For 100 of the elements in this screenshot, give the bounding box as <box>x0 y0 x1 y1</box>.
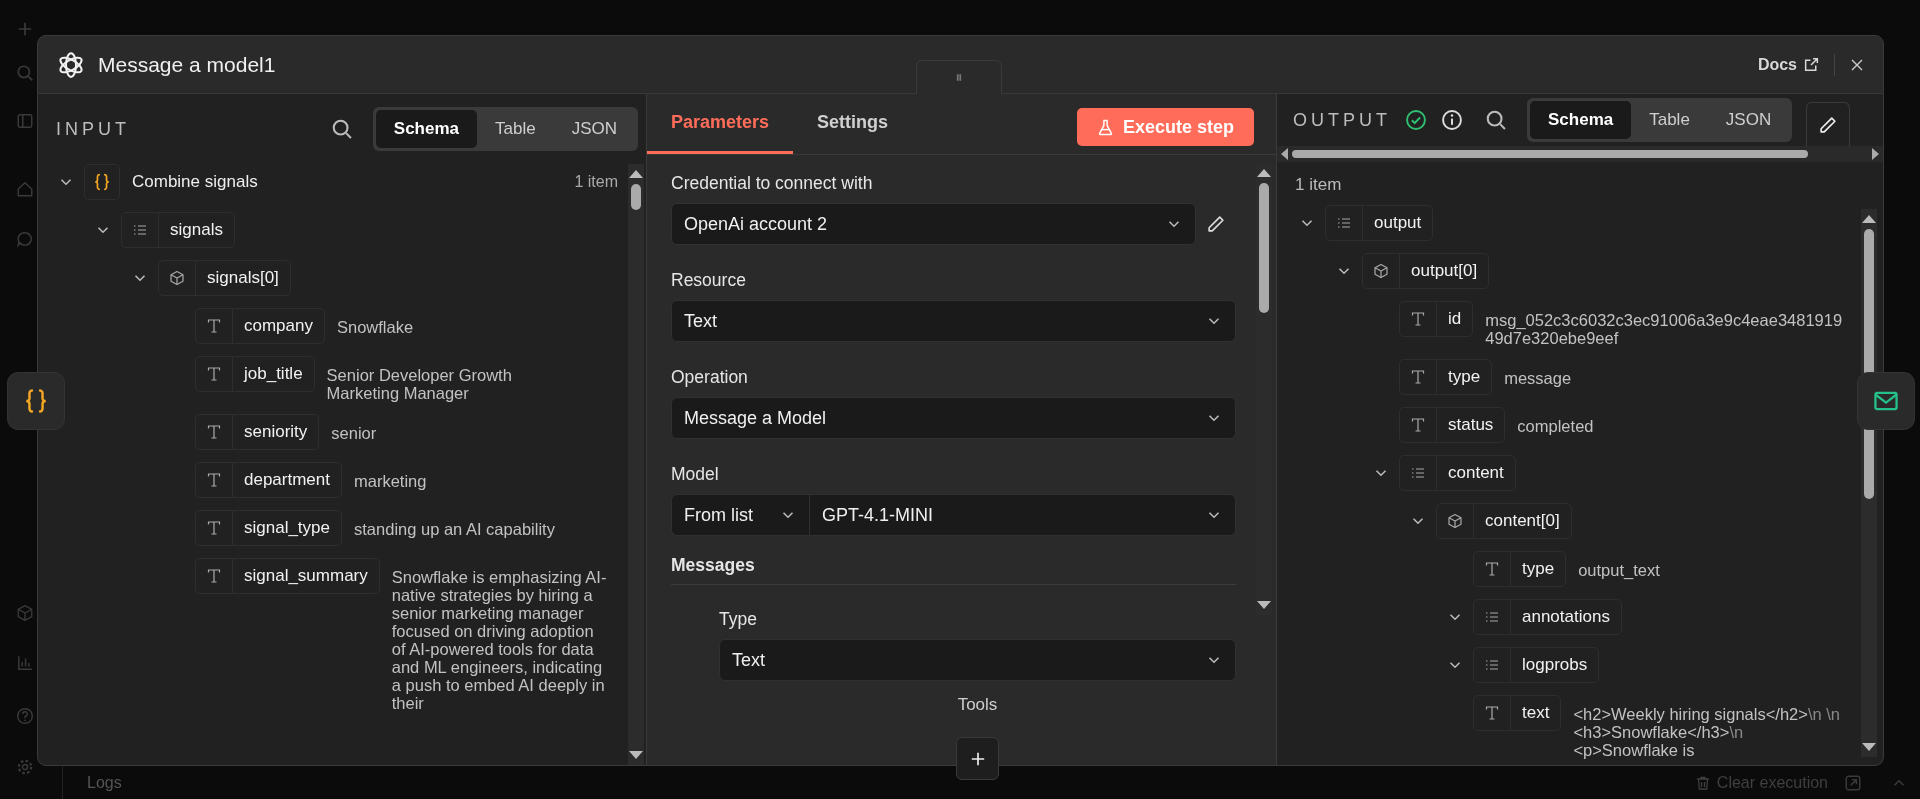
field-name: content[0] <box>1484 510 1561 532</box>
tab[interactable]: Settings <box>793 94 913 154</box>
field-name: content <box>1447 462 1505 484</box>
text-type-icon <box>1410 417 1426 433</box>
field-name: logprobs <box>1521 654 1589 676</box>
horizontal-scrollbar[interactable] <box>1277 146 1883 162</box>
field-value: marketing <box>353 471 427 490</box>
field-value: <h2>Weekly hiring signals</h2>\n \n <h3>Snowflake</h3>\n <p>Snowflake is <box>1572 704 1842 759</box>
external-link-icon <box>1803 56 1820 73</box>
pencil-icon <box>1818 114 1839 135</box>
field-label: Model <box>671 464 720 485</box>
field-value: Senior Developer Growth Marketing Manager <box>325 365 513 402</box>
braces-icon <box>23 388 49 414</box>
select-value: GPT-4.1-MINI <box>822 504 934 526</box>
drag-handle-icon[interactable] <box>916 60 1002 94</box>
text-type-icon <box>206 568 222 584</box>
field-value: Snowflake is emphasizing AI-native strategies by hiring a senior marketing manager focused on driving adoption of AI-powered tools for data and ML engineers, indicating a push to embed AI deeply in their <box>390 567 608 712</box>
list-icon <box>1484 609 1500 625</box>
select-value: Text <box>684 310 718 332</box>
text-type-icon <box>206 366 222 382</box>
field-value: message <box>1503 368 1572 387</box>
docs-link[interactable]: Docs <box>1757 55 1820 74</box>
panel-heading: INPUT <box>56 118 130 140</box>
item-count: 1 item <box>1294 174 1343 196</box>
field-name: signal_summary <box>243 565 369 587</box>
collection-label: Tools <box>957 695 998 715</box>
field-value: msg_052c3c6032c3ec91006a3e9c4eae348191949d7e320ebe9eef <box>1484 310 1844 347</box>
field-name: signal_type <box>243 517 331 539</box>
field-value: senior <box>330 423 377 442</box>
cube-icon <box>1447 513 1463 529</box>
dropdown-select[interactable]: Text <box>719 639 1236 681</box>
field-label: Credential to connect with <box>671 173 874 194</box>
view-tab[interactable]: Table <box>1631 101 1708 139</box>
field-name: text <box>1521 702 1551 724</box>
trash-icon <box>1694 774 1711 791</box>
text-type-icon <box>1484 561 1500 577</box>
field-name: id <box>1447 308 1463 330</box>
mode-select[interactable]: From list <box>671 494 809 536</box>
text-type-icon <box>1484 705 1500 721</box>
scrollbar[interactable] <box>628 164 644 765</box>
field-name: signals <box>169 219 224 241</box>
list-icon <box>1336 215 1352 231</box>
text-type-icon <box>206 424 222 440</box>
pencil-icon[interactable] <box>1206 214 1226 234</box>
field-value: output_text <box>1577 560 1660 579</box>
node-label: Combine signals <box>132 171 259 193</box>
item-count: 1 item <box>574 172 618 192</box>
text-type-icon <box>1410 311 1426 327</box>
field-name: job_title <box>242 363 304 385</box>
cube-icon <box>1373 263 1389 279</box>
field-value: completed <box>1516 416 1594 435</box>
search-icon[interactable] <box>1485 109 1507 131</box>
field-name: output <box>1373 212 1423 234</box>
field-label: Operation <box>671 367 749 388</box>
section-heading: Messages <box>671 555 1236 585</box>
add-button[interactable] <box>956 737 999 780</box>
select-value: OpenAi account 2 <box>684 213 829 235</box>
field-name: company <box>243 315 314 337</box>
knot-logo-icon <box>56 49 86 80</box>
dropdown-select[interactable]: GPT-4.1-MINI <box>809 494 1236 536</box>
list-icon <box>1484 657 1500 673</box>
cube-icon <box>169 270 185 286</box>
search-icon[interactable] <box>330 118 353 140</box>
field-name: type <box>1447 366 1482 388</box>
view-tab[interactable]: Schema <box>1530 101 1632 139</box>
field-name: output[0] <box>1410 260 1479 282</box>
flask-icon <box>1096 118 1114 136</box>
tab[interactable]: Parameters <box>647 94 794 154</box>
field-value: standing up an AI capability <box>353 519 555 538</box>
dropdown-select[interactable]: Message a Model <box>671 397 1236 439</box>
floating-button[interactable] <box>7 372 65 430</box>
text-type-icon <box>1410 369 1426 385</box>
field-name: type <box>1521 558 1556 580</box>
field-value: Snowflake <box>336 317 414 336</box>
text-type-icon <box>206 318 222 334</box>
field-label: Type <box>719 609 758 630</box>
field-name: signals[0] <box>206 267 280 289</box>
text-type-icon <box>206 520 222 536</box>
field-name: department <box>243 469 331 491</box>
panel-heading: OUTPUT <box>1293 109 1391 131</box>
select-value: From list <box>684 504 754 526</box>
field-name: status <box>1447 414 1495 436</box>
select-value: Text <box>732 649 766 671</box>
dropdown-select[interactable]: OpenAi account 2 <box>671 203 1196 245</box>
view-tab[interactable]: JSON <box>553 110 635 148</box>
view-tab[interactable]: Table <box>477 110 554 148</box>
braces-icon <box>93 173 111 191</box>
list-icon <box>132 222 148 238</box>
text-type-icon <box>206 472 222 488</box>
floating-button[interactable] <box>1857 372 1915 430</box>
view-tab[interactable]: Schema <box>375 110 477 148</box>
list-icon <box>1410 465 1426 481</box>
view-tab[interactable]: JSON <box>1707 101 1790 139</box>
scrollbar[interactable] <box>1861 209 1877 757</box>
select-value: Message a Model <box>684 407 828 429</box>
field-name: seniority <box>243 421 309 443</box>
window-title: Message a model1 <box>98 52 276 77</box>
field-name: annotations <box>1521 606 1611 628</box>
dropdown-select[interactable]: Text <box>671 300 1236 342</box>
info-icon[interactable] <box>1441 109 1463 131</box>
